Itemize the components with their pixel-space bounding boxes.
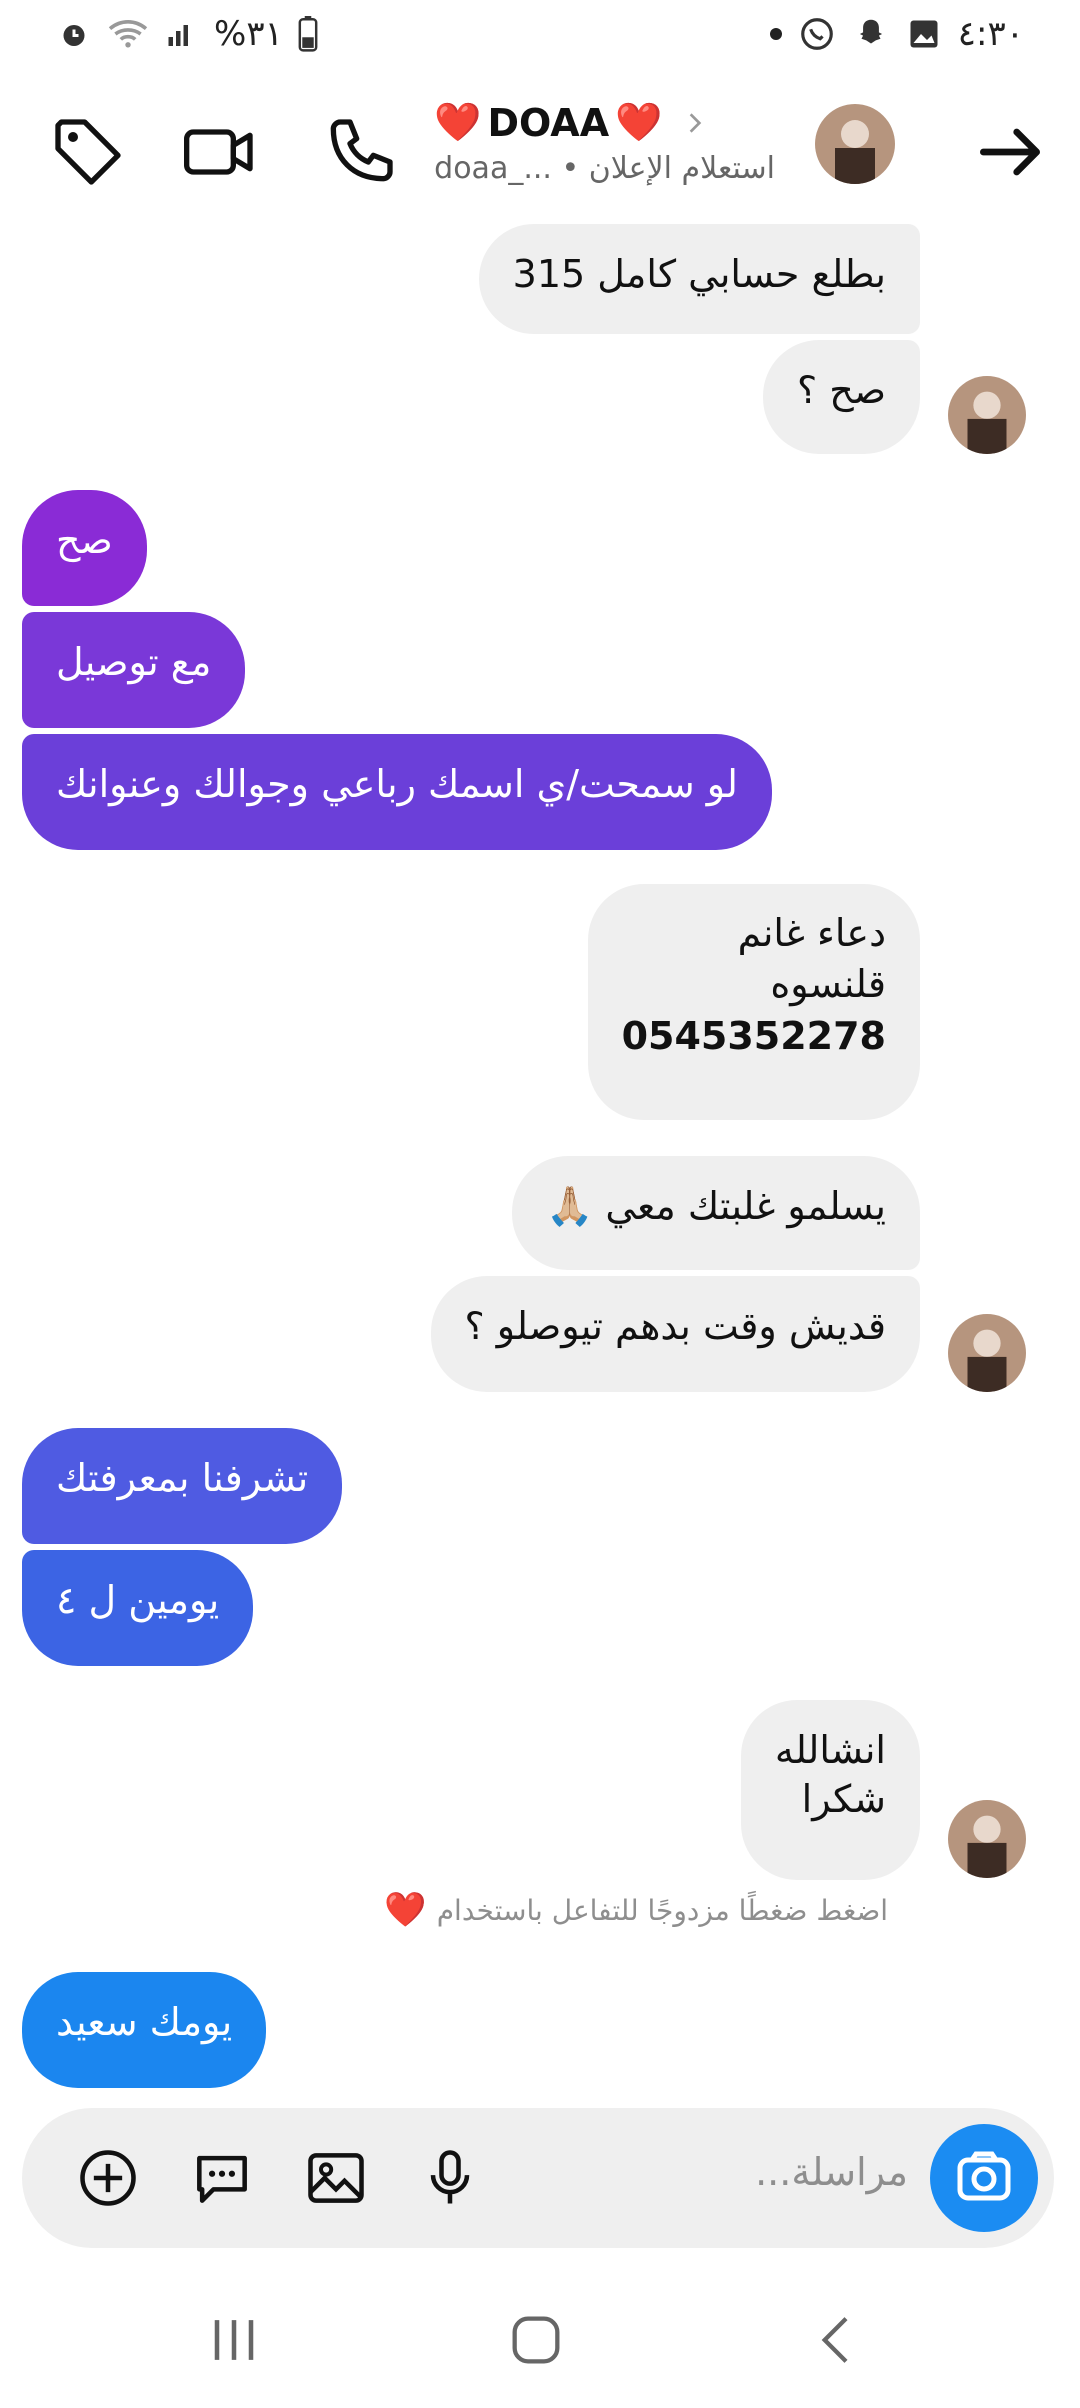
message-incoming[interactable]: دعاء غانم قلنسوه 0545352278 (587, 884, 920, 1120)
message-outgoing[interactable]: يومين ل ٤ (22, 1550, 254, 1666)
whatsapp-icon (800, 18, 833, 50)
alarm-icon (63, 25, 85, 46)
reaction-hint: اضغط ضغطًا مزدوجًا للتفاعل باستخدام ❤️ (384, 1890, 888, 1930)
camera-icon (957, 2151, 1011, 2201)
home-icon[interactable] (504, 2308, 568, 2372)
battery-percent: %٣١ (214, 14, 283, 54)
message-outgoing[interactable]: تشرفنا بمعرفتك (22, 1428, 343, 1544)
chat-title-row: ❤️ DOAA ❤️ (434, 100, 775, 145)
avatar[interactable] (815, 104, 895, 184)
system-nav-bar (0, 2270, 1080, 2408)
status-right: ٤:٣٠ (769, 14, 1024, 54)
phone-icon[interactable] (320, 112, 400, 192)
chat-title-block[interactable]: ❤️ DOAA ❤️ استعلام الإعلان • ..._doaa (434, 100, 775, 186)
message-outgoing[interactable]: لو سمحت/ي اسمك رباعي وجوالك وعنوانك (22, 734, 772, 850)
avatar[interactable] (948, 376, 1026, 454)
status-left: %٣١ (56, 14, 319, 54)
chevron-right-icon (690, 112, 702, 133)
message-line: دعاء غانم (737, 911, 886, 955)
avatar[interactable] (948, 1800, 1026, 1878)
recent-apps-icon[interactable] (200, 2310, 268, 2370)
snapchat-icon (859, 19, 882, 44)
microphone-icon[interactable] (416, 2144, 484, 2212)
message-incoming[interactable]: انشالله شكرا (740, 1700, 920, 1880)
message-incoming[interactable]: يسلمو غلبتك معي 🙏🏼 (512, 1156, 920, 1270)
sticker-icon[interactable] (188, 2144, 256, 2212)
gallery-icon[interactable] (302, 2144, 370, 2212)
heart-icon: ❤️ (434, 100, 482, 144)
page-title: DOAA (487, 100, 610, 145)
wifi-icon (108, 20, 148, 48)
message-line: قلنسوه (770, 962, 886, 1007)
heart-icon: ❤️ (615, 100, 663, 144)
message-outgoing[interactable]: مع توصيل (22, 612, 246, 728)
message-line: انشالله (774, 1728, 886, 1772)
message-incoming[interactable]: صح ؟ (762, 340, 920, 454)
chat-header: ❤️ DOAA ❤️ استعلام الإعلان • ..._doaa (0, 80, 1080, 230)
camera-button[interactable] (930, 2124, 1038, 2232)
message-incoming[interactable]: قديش وقت بدهم تيوصلو ؟ (430, 1276, 920, 1392)
chat-subtitle: استعلام الإعلان • ..._doaa (434, 151, 775, 186)
message-incoming[interactable]: بطلع حسابي كامل 315 (478, 224, 920, 334)
gallery-icon (910, 20, 938, 48)
message-line: شكرا (801, 1777, 886, 1822)
reaction-hint-text: اضغط ضغطًا مزدوجًا للتفاعل باستخدام (436, 1893, 888, 1927)
back-arrow-icon[interactable] (970, 112, 1050, 192)
avatar[interactable] (948, 1314, 1026, 1392)
heart-icon: ❤️ (384, 1890, 427, 1930)
message-outgoing[interactable]: يومك سعيد (22, 1972, 267, 2088)
status-dot (769, 28, 782, 40)
message-composer: مراسلة... (22, 2108, 1054, 2248)
battery-icon (298, 16, 318, 52)
video-call-icon[interactable] (180, 112, 260, 192)
add-icon[interactable] (74, 2144, 142, 2212)
message-line: 0545352278 (621, 1013, 886, 1058)
signal-icon (168, 25, 188, 46)
back-icon[interactable] (806, 2308, 870, 2372)
message-input[interactable]: مراسلة... (755, 2150, 908, 2194)
status-bar: ٤:٣٠ %٣١ (0, 0, 1080, 72)
status-time: ٤:٣٠ (957, 14, 1024, 54)
tag-icon[interactable] (48, 112, 128, 192)
message-outgoing[interactable]: صح (22, 490, 147, 606)
